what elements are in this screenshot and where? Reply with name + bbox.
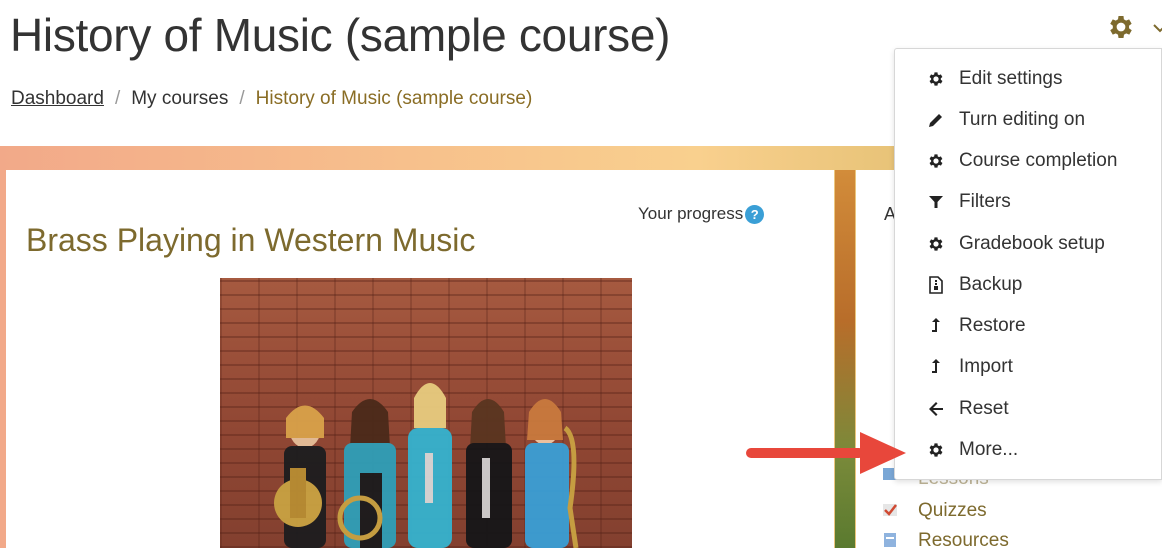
menu-item-label: Course completion [959, 150, 1118, 171]
menu-item-course-completion[interactable]: Course completion [895, 141, 1162, 181]
menu-item-label: Restore [959, 315, 1026, 336]
sidebar-link-resources[interactable]: Resources [918, 530, 1009, 548]
course-photo [220, 278, 632, 548]
menu-item-label: Import [959, 356, 1013, 377]
pencil-icon [927, 111, 945, 129]
level-up-icon [927, 317, 945, 335]
menu-item-edit-settings[interactable]: Edit settings [895, 59, 1162, 99]
menu-item-label: Backup [959, 274, 1023, 295]
menu-item-reset[interactable]: Reset [895, 389, 1162, 429]
breadcrumb-separator: / [239, 88, 245, 109]
menu-item-import[interactable]: Import [895, 347, 1162, 387]
gear-icon [927, 152, 945, 170]
menu-item-label: Edit settings [959, 68, 1063, 89]
menu-item-label: Reset [959, 398, 1009, 419]
banner-background-strip [835, 170, 855, 548]
gear-icon [927, 235, 945, 253]
course-actions-gear-icon[interactable] [1104, 12, 1138, 42]
menu-item-restore[interactable]: Restore [895, 306, 1162, 346]
question-circle-icon[interactable]: ? [745, 204, 765, 224]
menu-item-label: Filters [959, 191, 1011, 212]
menu-item-backup[interactable]: Backup [895, 265, 1162, 305]
breadcrumb-my-courses[interactable]: My courses [131, 88, 228, 110]
progress-label-text: Your progress [638, 204, 744, 223]
menu-item-turn-editing-on[interactable]: Turn editing on [895, 100, 1162, 140]
breadcrumb: Dashboard / My courses / History of Musi… [11, 88, 532, 110]
arrow-left-icon [927, 400, 945, 418]
menu-item-gradebook-setup[interactable]: Gradebook setup [895, 224, 1162, 264]
menu-item-label: Gradebook setup [959, 233, 1105, 254]
breadcrumb-current-course[interactable]: History of Music (sample course) [256, 88, 533, 110]
sidebar-link-quizzes[interactable]: Quizzes [918, 500, 987, 522]
menu-item-more[interactable]: More... [895, 430, 1162, 470]
menu-item-label: Turn editing on [959, 109, 1086, 130]
section-title: Brass Playing in Western Music [26, 222, 476, 258]
gear-icon [927, 441, 945, 459]
breadcrumb-dashboard[interactable]: Dashboard [11, 88, 104, 110]
chevron-down-icon[interactable] [1152, 20, 1162, 36]
gear-icon [927, 70, 945, 88]
quiz-icon [882, 502, 898, 518]
file-archive-icon [927, 276, 945, 294]
progress-label: Your progress ? [638, 204, 765, 224]
menu-item-filters[interactable]: Filters [895, 182, 1162, 222]
breadcrumb-separator: / [114, 88, 121, 109]
level-up-icon [927, 358, 945, 376]
menu-item-label: More... [959, 439, 1019, 460]
annotation-arrow-icon [742, 428, 910, 478]
course-actions-dropdown: Edit settings Turn editing on Course com… [894, 48, 1162, 480]
page-title: History of Music (sample course) [10, 9, 671, 61]
filter-icon [927, 193, 945, 211]
resource-icon [882, 532, 898, 548]
course-section-card: Your progress ? Brass Playing in Western… [6, 170, 834, 548]
